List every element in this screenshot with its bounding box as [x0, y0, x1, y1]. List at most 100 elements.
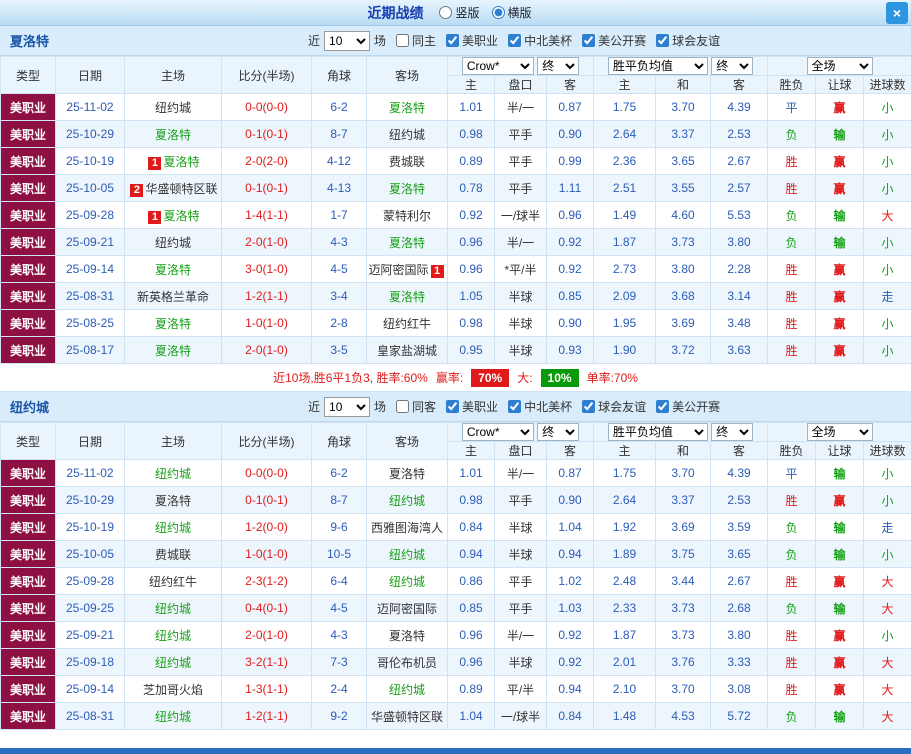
recent-count-select[interactable]: 10 — [324, 30, 371, 51]
goals-result-cell: 小 — [863, 621, 911, 649]
league-checkbox-friendly[interactable]: 球会友谊 — [656, 32, 720, 49]
team-name: 皇家盐湖城 — [376, 343, 437, 358]
same-venue-checkbox-label[interactable]: 同客 — [396, 398, 436, 415]
same-venue-checkbox-label[interactable]: 同主 — [396, 32, 436, 49]
away-team-cell: 华盛顿特区联 — [366, 702, 448, 730]
odds-group-header: Crow* 终 — [446, 422, 595, 442]
home-team-cell: 纽约红牛 — [124, 567, 222, 595]
team-name: 费城联 — [154, 547, 191, 562]
layout-vertical-option[interactable]: 竖版 — [439, 4, 480, 21]
league-checkbox-open-cup[interactable]: 美公开赛 — [582, 32, 646, 49]
odds-away-cell: 0.96 — [545, 201, 595, 229]
close-icon: × — [892, 5, 902, 21]
home-team-cell: 纽约城 — [124, 621, 222, 649]
league-checkbox-mls[interactable]: 美职业 — [446, 32, 498, 49]
corner-cell: 4-3 — [311, 621, 367, 649]
layout-horizontal-option[interactable]: 横版 — [491, 4, 532, 21]
avg-draw-cell: 3.70 — [655, 93, 712, 121]
home-team-cell: 纽约城 — [124, 702, 222, 730]
match-row: 美职业 25-09-21 纽约城 2-0(1-0) 4-3 夏洛特 0.96 半/一 0.92 1… — [0, 621, 911, 649]
team-name: 夏洛特 — [163, 208, 200, 223]
odds-company-select[interactable]: Crow* — [461, 57, 534, 75]
score-cell: 0-1(0-1) — [221, 174, 312, 202]
close-button[interactable]: × — [886, 2, 908, 24]
avg-type-select[interactable]: 胜平负均值 — [607, 423, 708, 441]
summary-win-rate-badge: 70% — [471, 368, 510, 387]
odds-time-select[interactable]: 终 — [537, 57, 580, 75]
goals-result-cell: 小 — [863, 459, 911, 487]
avg-away-cell: 2.57 — [710, 174, 769, 202]
avg-time-select[interactable]: 终 — [711, 423, 754, 441]
corner-cell: 4-5 — [311, 255, 367, 283]
league-checkbox-concacaf[interactable]: 中北美杯 — [508, 32, 572, 49]
odds-away-cell: 0.99 — [545, 147, 595, 175]
team-name: 纽约城 — [154, 520, 191, 535]
handicap-cell: 平/半 — [494, 675, 547, 703]
horizontal-radio[interactable] — [491, 6, 505, 19]
match-date-cell: 25-09-18 — [55, 648, 125, 676]
avg-type-select[interactable]: 胜平负均值 — [607, 57, 708, 75]
odds-company-select[interactable]: Crow* — [461, 423, 534, 441]
avg-home-cell: 2.51 — [593, 174, 657, 202]
goals-result-cell: 小 — [863, 540, 911, 568]
friendly-checkbox[interactable] — [656, 34, 670, 47]
match-date-cell: 25-08-17 — [55, 336, 125, 364]
friendly-checkbox[interactable] — [582, 400, 596, 413]
match-row: 美职业 25-10-05 费城联 1-0(1-0) 10-5 纽约城 0.94 半球 0.94 1… — [0, 540, 911, 568]
scope-select[interactable]: 全场 — [806, 57, 873, 75]
avg-home-cell: 1.49 — [593, 201, 657, 229]
team-name: 纽约城 — [388, 493, 425, 508]
open-cup-checkbox[interactable] — [656, 400, 670, 413]
avg-away-cell: 2.28 — [710, 255, 769, 283]
avg-home-cell: 1.48 — [593, 702, 657, 730]
concacaf-checkbox[interactable] — [508, 34, 522, 47]
goals-result-cell: 小 — [863, 255, 911, 283]
col-date: 日期 — [55, 422, 125, 460]
odds-away-cell: 0.93 — [545, 336, 595, 364]
avg-time-select[interactable]: 终 — [711, 57, 754, 75]
home-team-cell: 新英格兰革命 — [124, 282, 222, 310]
league-type-cell: 美职业 — [0, 147, 56, 175]
result-cell: 负 — [767, 228, 817, 256]
odds-away-cell: 0.92 — [545, 648, 595, 676]
handicap-result-cell: 输 — [815, 702, 865, 730]
league-checkbox-concacaf[interactable]: 中北美杯 — [508, 398, 572, 415]
open-cup-checkbox[interactable] — [582, 34, 596, 47]
league-checkbox-mls[interactable]: 美职业 — [446, 398, 498, 415]
team-name: 夏洛特 — [163, 154, 200, 169]
charlotte-results-table: 类型 日期 主场 比分(半场) 角球 客场 Crow* 终 胜平负均值 终 全场 — [0, 56, 911, 364]
concacaf-checkbox[interactable] — [508, 400, 522, 413]
handicap-cell: 平手 — [494, 594, 547, 622]
handicap-cell: 一/球半 — [494, 201, 547, 229]
handicap-cell: 半/一 — [494, 621, 547, 649]
team-name: 夏洛特 — [154, 262, 191, 277]
score-cell: 1-4(1-1) — [221, 201, 312, 229]
league-checkbox-friendly[interactable]: 球会友谊 — [582, 398, 646, 415]
team-name: 西雅图海湾人 — [370, 520, 443, 535]
odds-time-select[interactable]: 终 — [537, 423, 580, 441]
league-type-cell: 美职业 — [0, 675, 56, 703]
recent-count-select[interactable]: 10 — [324, 396, 371, 417]
mls-checkbox[interactable] — [446, 34, 460, 47]
avg-away-cell: 5.72 — [710, 702, 769, 730]
home-team-cell: 芝加哥火焰 — [124, 675, 222, 703]
league-checkbox-open-cup[interactable]: 美公开赛 — [656, 398, 720, 415]
mls-checkbox[interactable] — [446, 400, 460, 413]
near-label: 近 — [308, 400, 321, 414]
team-name: 纽约城 — [154, 235, 191, 250]
league-type-cell: 美职业 — [0, 120, 56, 148]
odds-away-cell: 1.04 — [545, 513, 595, 541]
avg-home-cell: 1.75 — [593, 459, 657, 487]
match-row: 美职业 25-09-25 纽约城 0-4(0-1) 4-5 迈阿密国际 0.85 平手 1.03… — [0, 594, 911, 622]
handicap-result-cell: 赢 — [815, 309, 865, 337]
handicap-cell: 平手 — [494, 486, 547, 514]
match-date-cell: 25-10-19 — [55, 147, 125, 175]
scope-select[interactable]: 全场 — [806, 423, 873, 441]
handicap-result-cell: 输 — [815, 201, 865, 229]
vertical-radio[interactable] — [439, 6, 453, 19]
same-venue-checkbox[interactable] — [396, 400, 410, 413]
away-team-cell: 纽约城 — [366, 675, 448, 703]
handicap-cell: 半/一 — [494, 228, 547, 256]
match-date-cell: 25-09-28 — [55, 201, 125, 229]
same-venue-checkbox[interactable] — [396, 34, 410, 47]
